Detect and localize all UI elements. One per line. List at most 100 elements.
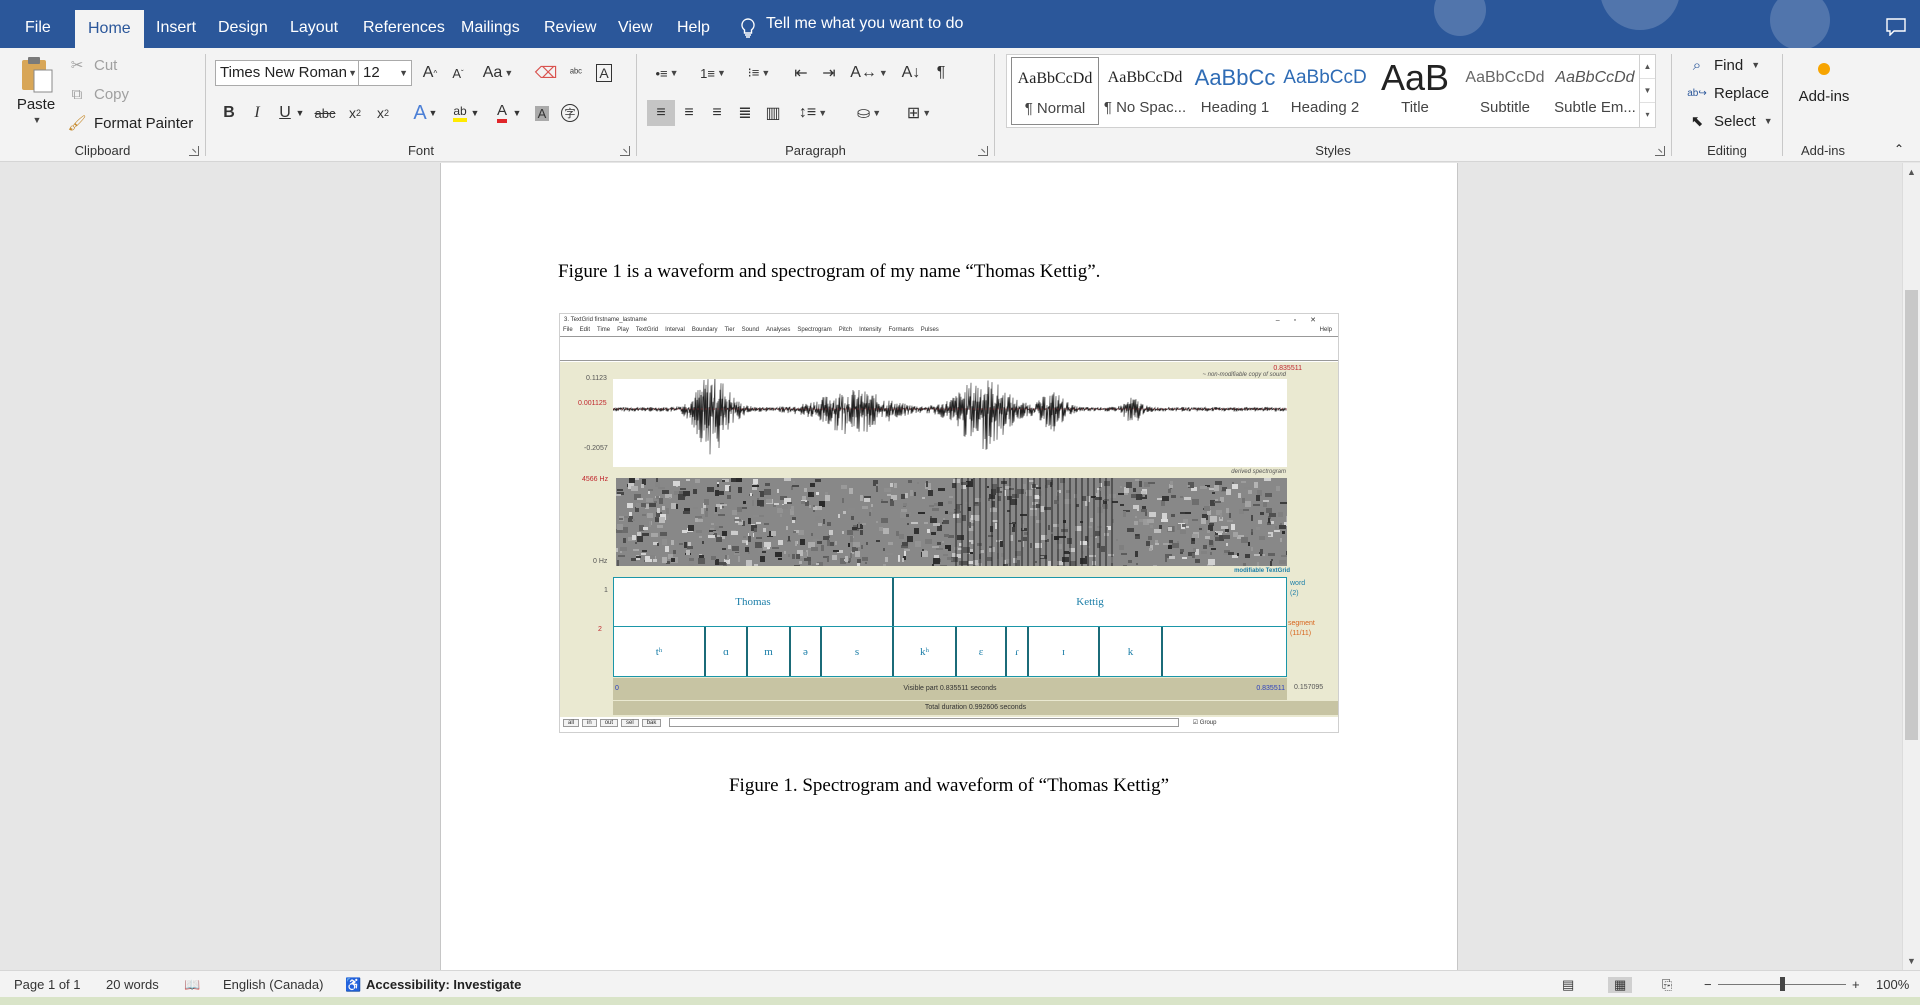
styles-dialog-launcher-icon[interactable] <box>1655 146 1665 156</box>
style-heading-1[interactable]: AaBbCc Heading 1 <box>1191 57 1279 125</box>
copy-button[interactable]: ⧉ Copy <box>66 83 129 105</box>
accessibility-status[interactable]: Accessibility: Investigate <box>366 977 521 992</box>
scroll-up-icon[interactable]: ▲ <box>1903 163 1920 181</box>
enclose-characters-icon[interactable]: 字 <box>556 100 584 126</box>
comments-icon[interactable] <box>1886 18 1906 36</box>
highlight-dropdown-icon[interactable]: ▼ <box>468 100 482 126</box>
replace-button[interactable]: ab↪ Replace <box>1686 82 1769 104</box>
tab-design[interactable]: Design <box>205 0 281 48</box>
accessibility-icon[interactable]: ♿ <box>345 977 361 993</box>
web-layout-icon[interactable]: ⎘ <box>1662 977 1672 993</box>
show-formatting-marks-icon[interactable]: ¶ <box>927 60 955 86</box>
line-spacing-icon[interactable]: ↕≡ ▼ <box>793 100 833 126</box>
style-heading-2[interactable]: AaBbCcD Heading 2 <box>1281 57 1369 125</box>
zoom-in-icon[interactable]: + <box>1852 977 1860 992</box>
tell-me-search[interactable]: Tell me what you want to do <box>740 0 963 48</box>
character-border-icon[interactable]: A <box>590 60 618 86</box>
clear-formatting-icon[interactable]: ⌫ <box>532 60 560 86</box>
zoom-level[interactable]: 100% <box>1876 977 1909 992</box>
increase-indent-icon[interactable]: ⇥ <box>815 60 843 86</box>
segment-interval[interactable]: ɛ <box>957 627 1007 676</box>
font-size-combo[interactable]: 12 ▼ <box>358 60 412 86</box>
body-paragraph[interactable]: Figure 1 is a waveform and spectrogram o… <box>558 261 1100 283</box>
segment-interval[interactable]: ɾ <box>1007 627 1029 676</box>
style-subtitle[interactable]: AaBbCcDd Subtitle <box>1461 57 1549 125</box>
format-painter-button[interactable]: 🖌 Format Painter <box>66 112 193 134</box>
change-case-button[interactable]: Aa ▼ <box>478 60 518 86</box>
character-shading-icon[interactable]: A <box>528 100 556 126</box>
scrollbar-thumb[interactable] <box>1905 290 1918 740</box>
find-button[interactable]: ⌕ Find ▼ <box>1686 54 1760 76</box>
word-interval[interactable]: Kettig <box>894 578 1286 626</box>
tab-references[interactable]: References <box>350 0 458 48</box>
superscript-button[interactable]: x2 <box>369 100 397 126</box>
print-layout-icon[interactable]: ▦ <box>1608 977 1633 993</box>
decrease-indent-icon[interactable]: ⇤ <box>787 60 815 86</box>
tab-mailings[interactable]: Mailings <box>448 0 533 48</box>
align-left-icon[interactable]: ≡ <box>647 100 675 126</box>
strikethrough-button[interactable]: abc <box>311 100 339 126</box>
praat-figure-image[interactable]: 3. TextGrid firstname_lastname –▫✕ File … <box>559 313 1339 733</box>
bullets-icon[interactable]: •≡ ▼ <box>647 60 687 86</box>
tab-layout[interactable]: Layout <box>277 0 351 48</box>
tab-help[interactable]: Help <box>664 0 723 48</box>
distributed-icon[interactable]: ▥ <box>759 100 787 126</box>
tab-view[interactable]: View <box>605 0 665 48</box>
praat-scrollbar[interactable] <box>669 717 1180 727</box>
praat-in-button[interactable]: in <box>582 719 597 727</box>
tab-file[interactable]: File <box>12 0 64 48</box>
praat-sel-button[interactable]: sel <box>621 719 639 727</box>
tab-home[interactable]: Home <box>75 10 144 48</box>
praat-bak-button[interactable]: bak <box>641 719 662 727</box>
italic-button[interactable]: I <box>243 100 271 126</box>
align-center-icon[interactable]: ≡ <box>675 100 703 126</box>
font-color-dropdown-icon[interactable]: ▼ <box>510 100 524 126</box>
document-page[interactable]: Figure 1 is a waveform and spectrogram o… <box>440 163 1458 970</box>
segment-interval[interactable]: s <box>822 627 894 676</box>
praat-all-button[interactable]: all <box>563 719 580 727</box>
font-name-combo[interactable]: Times New Roman ▼ <box>215 60 361 86</box>
numbering-icon[interactable]: 1≡ ▼ <box>693 60 733 86</box>
scroll-down-icon[interactable]: ▼ <box>1640 79 1655 103</box>
paragraph-dialog-launcher-icon[interactable] <box>978 146 988 156</box>
segment-interval[interactable]: k <box>1100 627 1163 676</box>
word-count[interactable]: 20 words <box>106 977 159 992</box>
style-normal[interactable]: AaBbCcDd ¶ Normal <box>1011 57 1099 125</box>
shading-icon[interactable]: ⛀ ▼ <box>849 100 889 126</box>
cut-button[interactable]: ✂ Cut <box>66 54 118 76</box>
style-subtle-emphasis[interactable]: AaBbCcDd Subtle Em... <box>1551 57 1639 125</box>
segment-interval[interactable]: ɑ <box>706 627 748 676</box>
select-button[interactable]: ⬉ Select ▼ <box>1686 110 1773 132</box>
text-effects-dropdown-icon[interactable]: ▼ <box>426 100 440 126</box>
scroll-down-icon[interactable]: ▼ <box>1903 952 1920 970</box>
vertical-scrollbar[interactable]: ▲ ▼ <box>1902 163 1920 970</box>
word-interval[interactable]: Thomas <box>614 578 894 626</box>
collapse-ribbon-icon[interactable]: ⌃ <box>1894 142 1904 156</box>
praat-out-button[interactable]: out <box>599 719 619 727</box>
multilevel-list-icon[interactable]: ⁝≡ ▼ <box>739 60 779 86</box>
shrink-font-button[interactable]: Aˇ <box>444 60 472 86</box>
underline-dropdown-icon[interactable]: ▼ <box>293 100 307 126</box>
style-no-spacing[interactable]: AaBbCcDd ¶ No Spac... <box>1101 57 1189 125</box>
subscript-button[interactable]: x2 <box>341 100 369 126</box>
sort-icon[interactable]: A↓ <box>897 60 925 86</box>
segment-interval[interactable]: m <box>748 627 791 676</box>
more-styles-icon[interactable]: ▾ <box>1640 103 1655 127</box>
bold-button[interactable]: B <box>215 100 243 126</box>
segment-interval[interactable]: ɪ <box>1029 627 1100 676</box>
tab-insert[interactable]: Insert <box>143 0 209 48</box>
zoom-out-icon[interactable]: − <box>1704 977 1712 992</box>
grow-font-button[interactable]: A ^ <box>416 60 444 86</box>
phonetic-guide-icon[interactable]: ᵃᵇᶜ <box>562 60 590 86</box>
segment-interval[interactable]: ə <box>791 627 822 676</box>
read-mode-icon[interactable]: ▤ <box>1562 977 1574 993</box>
visible-part-bar[interactable]: 0 Visible part 0.835511 seconds 0.835511 <box>613 678 1287 700</box>
segment-interval[interactable]: kʰ <box>894 627 957 676</box>
figure-caption[interactable]: Figure 1. Spectrogram and waveform of “T… <box>441 775 1457 797</box>
font-dialog-launcher-icon[interactable] <box>620 146 630 156</box>
text-direction-icon[interactable]: A↔ ▼ <box>849 60 889 86</box>
clipboard-dialog-launcher-icon[interactable] <box>189 146 199 156</box>
paste-button[interactable]: Paste ▼ <box>14 54 58 125</box>
page-count[interactable]: Page 1 of 1 <box>14 977 81 992</box>
borders-icon[interactable]: ⊞ ▼ <box>899 100 939 126</box>
